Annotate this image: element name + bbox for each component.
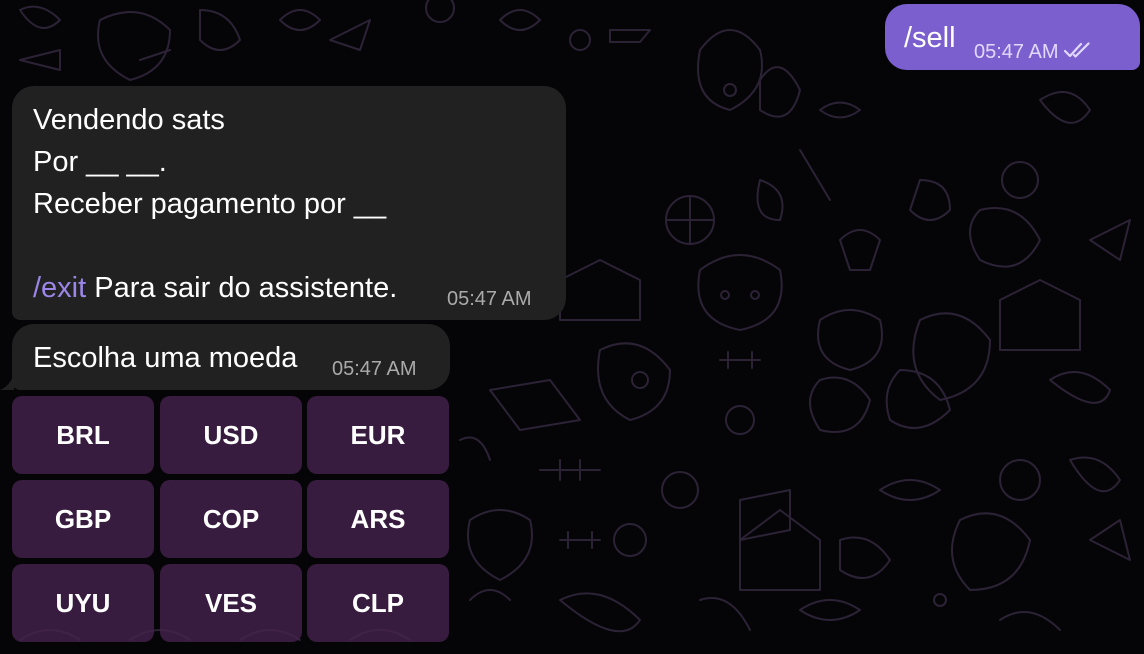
message-line-exit: /exit Para sair do assistente.: [33, 268, 397, 308]
bubble-tail-icon: [0, 374, 14, 390]
bot-message-time: 05:47 AM: [447, 288, 532, 310]
currency-button-brl[interactable]: BRL: [12, 396, 154, 474]
bot-message-time: 05:47 AM: [332, 358, 417, 380]
message-line-amount: Por __ __.: [33, 146, 167, 178]
currency-button-ars[interactable]: ARS: [307, 480, 449, 558]
currency-button-cop[interactable]: COP: [160, 480, 302, 558]
choose-currency-text: Escolha uma moeda: [33, 342, 298, 374]
currency-button-eur[interactable]: EUR: [307, 396, 449, 474]
exit-command-description: Para sair do assistente.: [86, 272, 398, 304]
bot-message-bubble[interactable]: Vendendo sats Por __ __. Receber pagamen…: [12, 86, 566, 320]
message-line-title: Vendendo sats: [33, 104, 225, 136]
exit-command-link[interactable]: /exit: [33, 272, 86, 304]
currency-button-ves[interactable]: VES: [160, 564, 302, 642]
double-check-icon: [1063, 39, 1093, 67]
currency-button-gbp[interactable]: GBP: [12, 480, 154, 558]
outgoing-message-bubble[interactable]: /sell 05:47 AM: [885, 4, 1140, 70]
outgoing-message-meta: 05:47 AM: [974, 38, 1093, 67]
currency-button-uyu[interactable]: UYU: [12, 564, 154, 642]
bot-message-bubble[interactable]: Escolha uma moeda 05:47 AM: [12, 324, 450, 390]
message-line-payment: Receber pagamento por __: [33, 188, 387, 220]
outgoing-message-time: 05:47 AM: [974, 41, 1059, 63]
currency-button-clp[interactable]: CLP: [307, 564, 449, 642]
outgoing-message-text: /sell: [904, 22, 956, 54]
currency-button-usd[interactable]: USD: [160, 396, 302, 474]
chat-area: /sell 05:47 AM Vendendo sats Por __ __. …: [0, 0, 1144, 654]
